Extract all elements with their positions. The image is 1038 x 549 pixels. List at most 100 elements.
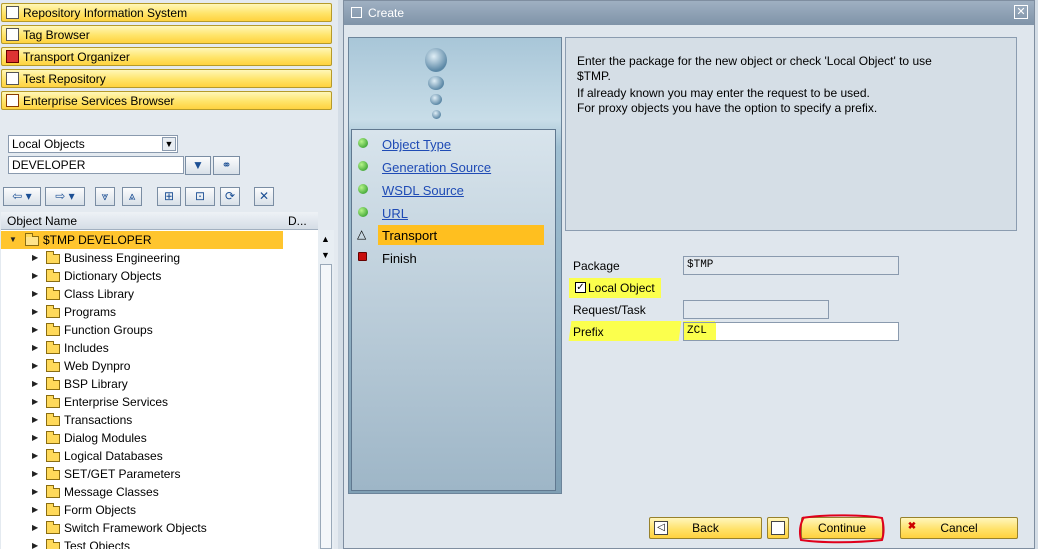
- folder-icon: [46, 413, 60, 426]
- step-generation-source[interactable]: Generation Source: [352, 157, 555, 177]
- create-dialog: Create ✕ Object Type Generation Source W…: [343, 0, 1035, 549]
- collapsed-arrow-icon[interactable]: ▶: [32, 433, 38, 442]
- column-description[interactable]: D...: [288, 214, 307, 228]
- step-url[interactable]: URL: [352, 203, 555, 223]
- prefix-value: ZCL: [687, 325, 707, 337]
- tag-browser-button[interactable]: Tag Browser: [1, 25, 332, 44]
- tree-scrollbar[interactable]: ▲ ▼: [318, 230, 334, 549]
- instruction-line: $TMP.: [577, 69, 611, 83]
- grid-icon: ⊡: [194, 189, 206, 203]
- folder-icon: [46, 485, 60, 498]
- display-options-button[interactable]: ⊡: [185, 187, 215, 206]
- scroll-up-icon[interactable]: ▲: [321, 234, 330, 244]
- collapsed-arrow-icon[interactable]: ▶: [32, 415, 38, 424]
- collapsed-arrow-icon[interactable]: ▶: [32, 505, 38, 514]
- tree-row[interactable]: ▶ SET/GET Parameters: [1, 465, 318, 483]
- tree-row[interactable]: ▶ Enterprise Services: [1, 393, 318, 411]
- close-tree-button[interactable]: ✕: [254, 187, 274, 206]
- tree-item-label: SET/GET Parameters: [64, 467, 181, 481]
- value-dropdown-button[interactable]: ▼: [185, 156, 211, 175]
- local-object-label[interactable]: Local Object: [588, 281, 655, 295]
- enterprise-services-browser-button[interactable]: Enterprise Services Browser: [1, 91, 332, 110]
- local-object-checkbox[interactable]: ✓: [575, 282, 586, 293]
- step-transport[interactable]: Transport: [378, 225, 544, 245]
- tree-row[interactable]: ▶ Programs: [1, 303, 318, 321]
- tree-item-label: Form Objects: [64, 503, 137, 517]
- instruction-panel: Enter the package for the new object or …: [565, 37, 1017, 231]
- tree-row[interactable]: ▶ Switch Framework Objects: [1, 519, 318, 537]
- green-status-icon: [358, 207, 368, 217]
- collapsed-arrow-icon[interactable]: ▶: [32, 487, 38, 496]
- collapsed-arrow-icon[interactable]: ▶: [32, 343, 38, 352]
- tree-row[interactable]: ▶ Dictionary Objects: [1, 267, 318, 285]
- tree-root-row[interactable]: ▼ $TMP DEVELOPER: [1, 231, 283, 249]
- tree-row[interactable]: ▶ Logical Databases: [1, 447, 318, 465]
- tree-row[interactable]: ▶ Class Library: [1, 285, 318, 303]
- step-link[interactable]: WSDL Source: [382, 183, 464, 198]
- cancel-button[interactable]: ✖ Cancel: [900, 517, 1018, 539]
- tree-row[interactable]: ▶ Dialog Modules: [1, 429, 318, 447]
- collapsed-arrow-icon[interactable]: ▶: [32, 469, 38, 478]
- forward-nav-button[interactable]: ⇨ ▾: [45, 187, 85, 206]
- collapsed-arrow-icon[interactable]: ▶: [32, 289, 38, 298]
- column-object-name[interactable]: Object Name: [7, 214, 77, 228]
- tree-item-label: Web Dynpro: [64, 359, 131, 373]
- repository-information-system-button[interactable]: Repository Information System: [1, 3, 332, 22]
- step-link[interactable]: URL: [382, 206, 408, 221]
- collapsed-arrow-icon[interactable]: ▶: [32, 253, 38, 262]
- tree-row[interactable]: ▶ Function Groups: [1, 321, 318, 339]
- collapsed-arrow-icon[interactable]: ▶: [32, 271, 38, 280]
- collapsed-arrow-icon[interactable]: ▶: [32, 325, 38, 334]
- folder-icon: [46, 449, 60, 462]
- package-label: Package: [573, 259, 620, 273]
- tree-item-label: Message Classes: [64, 485, 159, 499]
- object-type-select[interactable]: Local Objects ▼: [8, 135, 178, 153]
- arrow-right-icon: ⇨ ▾: [55, 189, 75, 203]
- step-wsdl-source[interactable]: WSDL Source: [352, 180, 555, 200]
- dialog-titlebar[interactable]: Create ✕: [344, 1, 1034, 25]
- tree-row[interactable]: ▶ Test Objects: [1, 537, 318, 549]
- prefix-input[interactable]: ZCL: [683, 322, 899, 341]
- expand-button[interactable]: ⩔: [95, 187, 115, 206]
- collapse-button[interactable]: ⩓: [122, 187, 142, 206]
- collapsed-arrow-icon[interactable]: ▶: [32, 397, 38, 406]
- collapsed-arrow-icon[interactable]: ▶: [32, 379, 38, 388]
- object-value-input[interactable]: DEVELOPER: [8, 156, 184, 174]
- tree-row[interactable]: ▶ Web Dynpro: [1, 357, 318, 375]
- tree-row[interactable]: ▶ Form Objects: [1, 501, 318, 519]
- display-glasses-button[interactable]: ⚭: [213, 156, 240, 175]
- collapsed-arrow-icon[interactable]: ▶: [32, 307, 38, 316]
- tree-row[interactable]: ▶ BSP Library: [1, 375, 318, 393]
- close-icon[interactable]: ✕: [1014, 5, 1028, 19]
- red-status-icon: [358, 252, 367, 261]
- collapsed-arrow-icon[interactable]: ▶: [32, 523, 38, 532]
- back-nav-button[interactable]: ⇦ ▾: [3, 187, 41, 206]
- green-status-icon: [358, 161, 368, 171]
- test-repository-button[interactable]: Test Repository: [1, 69, 332, 88]
- tree-item-label: Class Library: [64, 287, 135, 301]
- step-link[interactable]: Generation Source: [382, 160, 491, 175]
- tree-row[interactable]: ▶ Includes: [1, 339, 318, 357]
- tree-header: Object Name D...: [1, 212, 318, 230]
- tree-row[interactable]: ▶ Transactions: [1, 411, 318, 429]
- collapsed-arrow-icon[interactable]: ▶: [32, 361, 38, 370]
- expanded-arrow-icon[interactable]: ▼: [9, 235, 17, 244]
- collapsed-arrow-icon[interactable]: ▶: [32, 541, 38, 549]
- step-object-type[interactable]: Object Type: [352, 134, 555, 154]
- back-button[interactable]: ◁ Back: [649, 517, 762, 539]
- chevron-down-icon[interactable]: ▼: [162, 137, 176, 151]
- step-link[interactable]: Object Type: [382, 137, 451, 152]
- folder-icon: [46, 395, 60, 408]
- tree-row[interactable]: ▶ Message Classes: [1, 483, 318, 501]
- warning-triangle-icon: △: [357, 227, 367, 241]
- scrollbar-thumb[interactable]: [320, 264, 332, 549]
- collapsed-arrow-icon[interactable]: ▶: [32, 451, 38, 460]
- tree-item-label: Test Objects: [64, 539, 131, 549]
- tree-row[interactable]: ▶ Business Engineering: [1, 249, 318, 267]
- transport-organizer-button[interactable]: Transport Organizer: [1, 47, 332, 66]
- hierarchy-button[interactable]: ⊞: [157, 187, 181, 206]
- refresh-button[interactable]: ⟳: [220, 187, 240, 206]
- save-draft-button[interactable]: [767, 517, 789, 539]
- folder-icon: [46, 503, 60, 516]
- scroll-down-icon[interactable]: ▼: [321, 250, 330, 260]
